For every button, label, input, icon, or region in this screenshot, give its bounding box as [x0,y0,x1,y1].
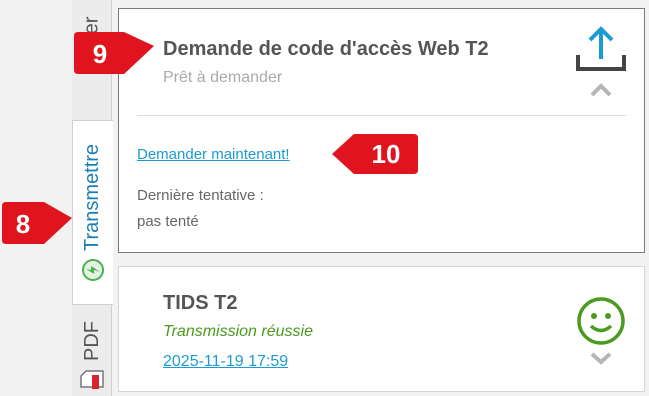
chevron-up-icon[interactable] [589,83,613,97]
tab-transmit[interactable]: Transmettre [72,120,113,305]
card-title: TIDS T2 [163,292,238,314]
transmission-timestamp-link[interactable]: 2025-11-19 17:59 [163,353,288,371]
chevron-down-icon[interactable] [589,351,613,365]
card-divider [137,115,626,116]
last-attempt-label: Dernière tentative : [137,187,264,204]
tab-pdf-label: PDF [80,321,103,361]
page: er Transmettre PDF Demande de code d'acc… [0,0,649,396]
callout-9-label: 9 [92,38,108,69]
callout-8-label: 8 [15,208,31,239]
last-attempt-value: pas tenté [137,213,199,230]
request-now-link[interactable]: Demander maintenant! [137,146,290,163]
callout-9: 9 [72,28,154,80]
smiley-icon [575,295,627,347]
transmission-status: Transmission réussie [163,323,313,340]
callout-10: 10 [330,128,420,180]
callout-10-label: 10 [371,138,401,169]
tab-transmit-label: Transmettre [81,143,104,252]
callout-8: 8 [0,198,72,250]
pdf-file-icon [80,369,104,389]
card-tids-t2: TIDS T2 Transmission réussie 2025-11-19 … [118,266,645,392]
upload-tray-icon[interactable] [575,25,627,75]
lightning-icon [82,259,104,282]
card-status: Prêt à demander [163,69,283,86]
card-title: Demande de code d'accès Web T2 [163,38,489,60]
tab-pdf[interactable]: PDF [72,305,112,396]
